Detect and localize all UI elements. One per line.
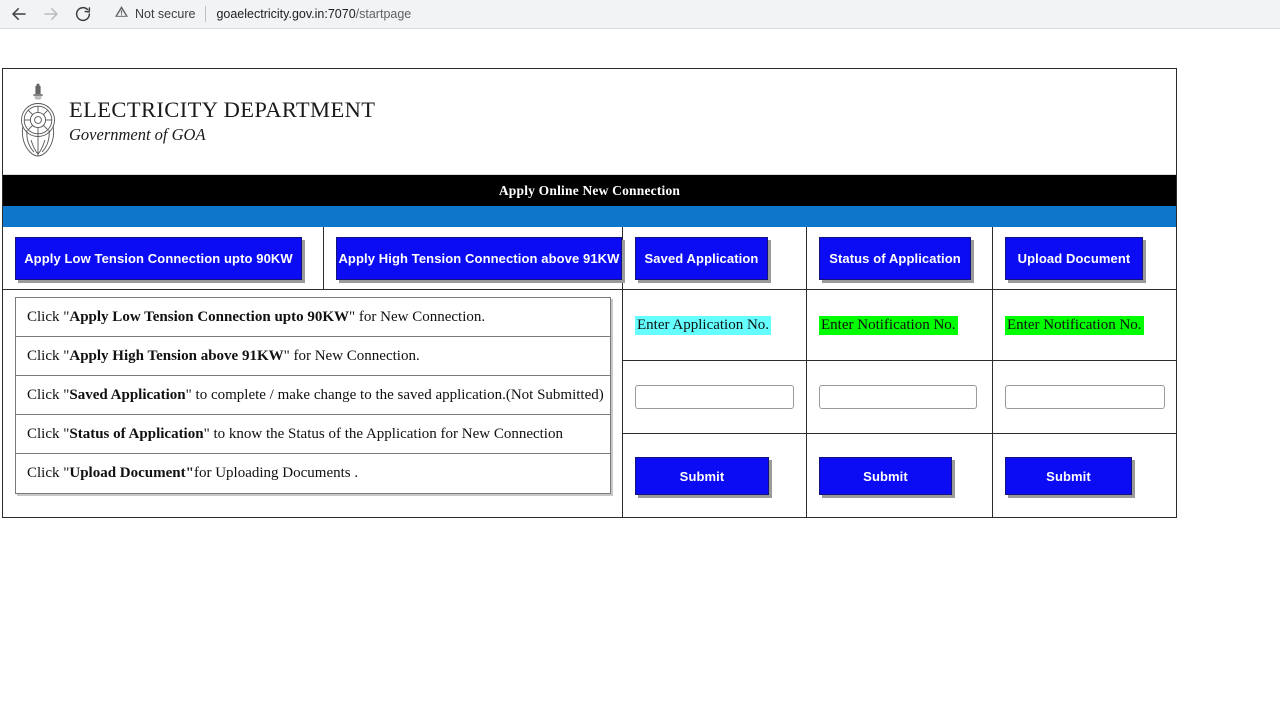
instructions-panel: Click "Apply Low Tension Connection upto… xyxy=(3,290,622,518)
high-tension-cell: Apply High Tension Connection above 91KW xyxy=(324,227,622,289)
instruction-bold: Upload Document" xyxy=(69,465,194,482)
status-of-application-button[interactable]: Status of Application xyxy=(819,237,971,280)
submit-upload-document-button[interactable]: Submit xyxy=(1005,457,1132,495)
form-inputs-row xyxy=(623,361,1176,434)
instruction-row-4: Click "Status of Application" to know th… xyxy=(16,415,610,454)
service-buttons-row: Saved Application Status of Application … xyxy=(623,227,1176,290)
saved-application-button[interactable]: Saved Application xyxy=(635,237,768,280)
apply-high-tension-button[interactable]: Apply High Tension Connection above 91KW xyxy=(336,237,622,280)
saved-application-header-cell: Saved Application xyxy=(623,227,807,289)
security-status-label: Not secure xyxy=(135,7,195,21)
forward-arrow-icon[interactable] xyxy=(38,1,64,27)
page-title: Apply Online New Connection xyxy=(3,175,1176,206)
instruction-bold: Status of Application xyxy=(69,426,203,443)
instruction-bold: Apply Low Tension Connection upto 90KW xyxy=(69,309,349,326)
saved-application-submit-cell: Submit xyxy=(623,434,807,518)
apply-low-tension-button[interactable]: Apply Low Tension Connection upto 90KW xyxy=(15,237,302,280)
submit-status-application-button[interactable]: Submit xyxy=(819,457,952,495)
low-tension-cell: Apply Low Tension Connection upto 90KW xyxy=(3,227,324,289)
instruction-row-2: Click "Apply High Tension above 91KW" fo… xyxy=(16,337,610,376)
instruction-prefix: Click " xyxy=(27,387,69,404)
instruction-suffix: " for New Connection. xyxy=(349,309,485,326)
url-host: goaelectricity.gov.in:7070 xyxy=(216,7,355,21)
instruction-row-5: Click "Upload Document" for Uploading Do… xyxy=(16,454,610,493)
instruction-suffix: " for New Connection. xyxy=(284,348,420,365)
main-content: Apply Low Tension Connection upto 90KW A… xyxy=(3,227,1176,518)
upload-document-button[interactable]: Upload Document xyxy=(1005,237,1143,280)
warning-triangle-icon xyxy=(114,4,129,24)
instruction-bold: Apply High Tension above 91KW xyxy=(69,348,283,365)
url-path: /startpage xyxy=(356,7,412,21)
page-frame: ELECTRICITY DEPARTMENT Government of GOA… xyxy=(2,68,1177,518)
site-logo: ELECTRICITY DEPARTMENT Government of GOA xyxy=(15,82,375,162)
blue-accent-bar xyxy=(3,206,1176,227)
application-no-input[interactable] xyxy=(635,385,794,409)
goa-government-emblem-icon xyxy=(15,82,61,162)
instruction-row-3: Click "Saved Application" to complete / … xyxy=(16,376,610,415)
department-name: ELECTRICITY DEPARTMENT xyxy=(69,98,375,122)
saved-application-label-cell: Enter Application No. xyxy=(623,290,807,360)
instruction-suffix: for Uploading Documents . xyxy=(194,465,358,482)
saved-application-input-cell xyxy=(623,361,807,433)
apply-buttons-row: Apply Low Tension Connection upto 90KW A… xyxy=(3,227,622,290)
browser-toolbar: Not secure goaelectricity.gov.in:7070/st… xyxy=(0,0,1280,29)
form-submit-row: Submit Submit Submit xyxy=(623,434,1176,518)
form-labels-row: Enter Application No. Enter Notification… xyxy=(623,290,1176,361)
instruction-suffix: " to complete / make change to the saved… xyxy=(186,387,604,404)
instructions-table: Click "Apply Low Tension Connection upto… xyxy=(15,297,611,494)
status-application-header-cell: Status of Application xyxy=(807,227,993,289)
upload-document-submit-cell: Submit xyxy=(993,434,1176,518)
back-arrow-icon[interactable] xyxy=(6,1,32,27)
url-text[interactable]: goaelectricity.gov.in:7070/startpage xyxy=(216,7,411,21)
submit-saved-application-button[interactable]: Submit xyxy=(635,457,769,495)
upload-document-label-cell: Enter Notification No. xyxy=(993,290,1176,360)
right-column: Saved Application Status of Application … xyxy=(623,227,1176,518)
instruction-prefix: Click " xyxy=(27,348,69,365)
address-bar[interactable]: Not secure goaelectricity.gov.in:7070/st… xyxy=(114,1,1280,27)
upload-document-header-cell: Upload Document xyxy=(993,227,1176,289)
site-title-block: ELECTRICITY DEPARTMENT Government of GOA xyxy=(69,98,375,144)
instruction-suffix: " to know the Status of the Application … xyxy=(204,426,563,443)
instruction-prefix: Click " xyxy=(27,426,69,443)
status-application-submit-cell: Submit xyxy=(807,434,993,518)
status-application-label-cell: Enter Notification No. xyxy=(807,290,993,360)
notification-no-label-upload: Enter Notification No. xyxy=(1005,316,1144,335)
notification-no-label-status: Enter Notification No. xyxy=(819,316,958,335)
instruction-prefix: Click " xyxy=(27,309,69,326)
omnibox-divider xyxy=(205,6,206,22)
instruction-bold: Saved Application xyxy=(69,387,185,404)
site-header: ELECTRICITY DEPARTMENT Government of GOA xyxy=(3,69,1176,175)
security-status[interactable]: Not secure xyxy=(114,4,195,24)
instruction-prefix: Click " xyxy=(27,465,69,482)
application-no-label: Enter Application No. xyxy=(635,316,771,335)
left-column: Apply Low Tension Connection upto 90KW A… xyxy=(3,227,623,518)
department-subtitle: Government of GOA xyxy=(69,125,375,145)
reload-icon[interactable] xyxy=(70,1,96,27)
upload-document-input-cell xyxy=(993,361,1176,433)
notification-no-input-status[interactable] xyxy=(819,385,977,409)
status-application-input-cell xyxy=(807,361,993,433)
notification-no-input-upload[interactable] xyxy=(1005,385,1165,409)
instruction-row-1: Click "Apply Low Tension Connection upto… xyxy=(16,298,610,337)
